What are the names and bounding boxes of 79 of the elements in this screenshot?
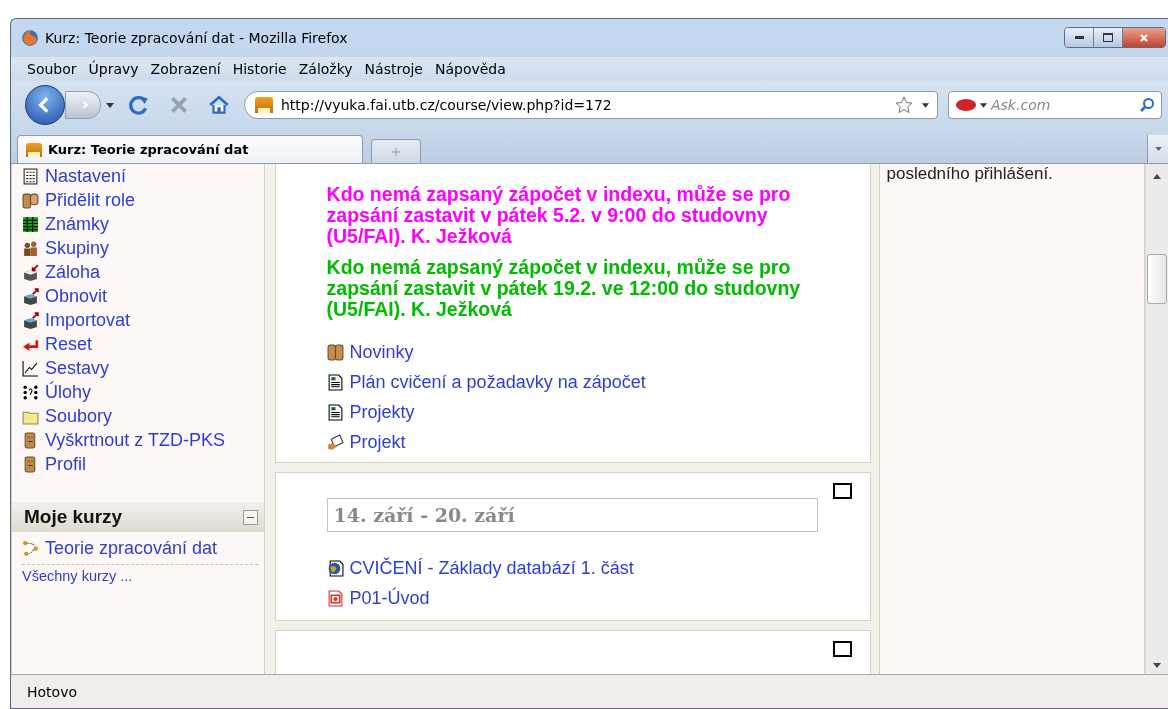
sidebar-link[interactable]: Profil xyxy=(45,453,86,475)
list-icon xyxy=(22,167,39,185)
hand-paper-icon xyxy=(326,433,344,451)
resource-link[interactable]: Novinky xyxy=(349,341,414,363)
star-icon[interactable] xyxy=(894,95,914,115)
panel-text: posledního přihlášení. xyxy=(886,164,1053,183)
sidebar-link[interactable]: Známky xyxy=(45,213,109,235)
menu-item[interactable]: Historie xyxy=(226,59,293,79)
box-icon xyxy=(22,311,39,329)
course-icon xyxy=(22,539,39,557)
menu-item[interactable]: Záložky xyxy=(292,59,359,79)
document-icon xyxy=(326,373,344,391)
search-icon[interactable] xyxy=(1139,97,1155,113)
tab-list-button[interactable] xyxy=(1147,135,1168,163)
notice-text: Kdo nemá zapsaný zápočet v indexu, může se pro zapsání zastavit v pátek 19.2. ve 12:00 do studovny (U5/FAI). K. Ježková xyxy=(326,257,802,320)
dots-icon xyxy=(22,383,39,401)
notice-text: Kdo nemá zapsaný zápočet v indexu, může se pro zapsání zastavit v pátek 5.2. v 9:00 do studovny (U5/FAI). K. Ježková xyxy=(326,184,792,247)
all-courses-link[interactable]: Všechny kurzy ... xyxy=(22,568,133,584)
menu-item[interactable]: Nástroje xyxy=(358,59,429,79)
square-icon[interactable] xyxy=(833,641,853,657)
close-button[interactable] xyxy=(1122,28,1165,47)
site-icon xyxy=(255,97,273,113)
back-button[interactable] xyxy=(25,85,65,125)
sidebar-link[interactable]: Vyškrtnout z TZD-PKS xyxy=(45,429,226,451)
resource-link[interactable]: CVIČENÍ - Základy databází 1. část xyxy=(349,557,634,579)
reload-icon[interactable] xyxy=(128,94,150,116)
minimize-button[interactable] xyxy=(1065,28,1093,47)
site-icon xyxy=(26,142,42,157)
url-text: http://vyuka.fai.utb.cz/course/view.php?id=172 xyxy=(281,97,613,113)
people-icon xyxy=(22,191,39,209)
collapse-button[interactable] xyxy=(242,509,258,525)
scroll-down-icon[interactable] xyxy=(1153,663,1161,668)
sidebar-link[interactable]: Přidělit role xyxy=(45,189,136,211)
menu-item[interactable]: Nápověda xyxy=(428,59,512,79)
sidebar-link[interactable]: Reset xyxy=(45,333,93,355)
address-bar[interactable]: http://vyuka.fai.utb.cz/course/view.php?id=172 xyxy=(244,91,938,119)
menu-item[interactable]: Úpravy xyxy=(82,59,145,79)
menu-item[interactable]: Soubor xyxy=(21,59,83,79)
sidebar-link[interactable]: Soubory xyxy=(45,405,113,427)
sidebar-link[interactable]: Skupiny xyxy=(45,237,110,259)
people-icon xyxy=(326,343,344,361)
home-icon[interactable] xyxy=(208,94,230,116)
search-field[interactable]: Ask.com xyxy=(991,97,1135,113)
close-icon[interactable] xyxy=(1139,32,1149,43)
grid-icon xyxy=(22,215,39,233)
window-title: Kurz: Teorie zpracování dat - Mozilla Firefox xyxy=(45,30,349,46)
presentation-icon xyxy=(326,589,344,607)
scrollbar-thumb[interactable] xyxy=(1147,254,1167,304)
search-engine-icon[interactable] xyxy=(955,98,987,112)
sidebar-link[interactable]: Záloha xyxy=(45,261,101,283)
sidebar-link[interactable]: Importovat xyxy=(45,309,131,331)
people-icon xyxy=(22,239,39,257)
box-icon xyxy=(22,287,39,305)
document-icon xyxy=(326,403,344,421)
maximize-button[interactable] xyxy=(1093,28,1122,47)
section-title: 14. září - 20. září xyxy=(326,498,819,532)
block-title: Moje kurzy xyxy=(24,506,123,528)
resource-link[interactable]: Projekty xyxy=(349,401,415,423)
scrollbar[interactable] xyxy=(1145,164,1168,674)
square-icon[interactable] xyxy=(833,483,853,499)
search-bar[interactable]: Ask.com xyxy=(948,91,1162,119)
status-text: Hotovo xyxy=(27,683,77,700)
sidebar-link[interactable]: Úlohy xyxy=(45,381,92,403)
sidebar-link[interactable]: Obnovit xyxy=(45,285,108,307)
chart-icon xyxy=(22,359,39,377)
resource-link[interactable]: Plán cvičení a požadavky na zápočet xyxy=(349,371,646,393)
scroll-up-icon[interactable] xyxy=(1153,174,1161,179)
resource-link[interactable]: Projekt xyxy=(349,431,406,453)
sidebar-link[interactable]: Sestavy xyxy=(45,357,110,379)
browser-tab[interactable]: Kurz: Teorie zpracování dat xyxy=(17,135,363,163)
course-link[interactable]: Teorie zpracování dat xyxy=(45,537,218,559)
globe-icon xyxy=(21,29,39,47)
globe-document-icon xyxy=(326,559,344,577)
caret-icon[interactable] xyxy=(922,102,929,108)
caret-icon[interactable] xyxy=(106,102,114,108)
menu-item[interactable]: Zobrazení xyxy=(144,59,227,79)
resource-link[interactable]: P01-Úvod xyxy=(349,587,430,609)
sidebar-link[interactable]: Nastavení xyxy=(45,165,127,187)
box-icon xyxy=(22,263,39,281)
